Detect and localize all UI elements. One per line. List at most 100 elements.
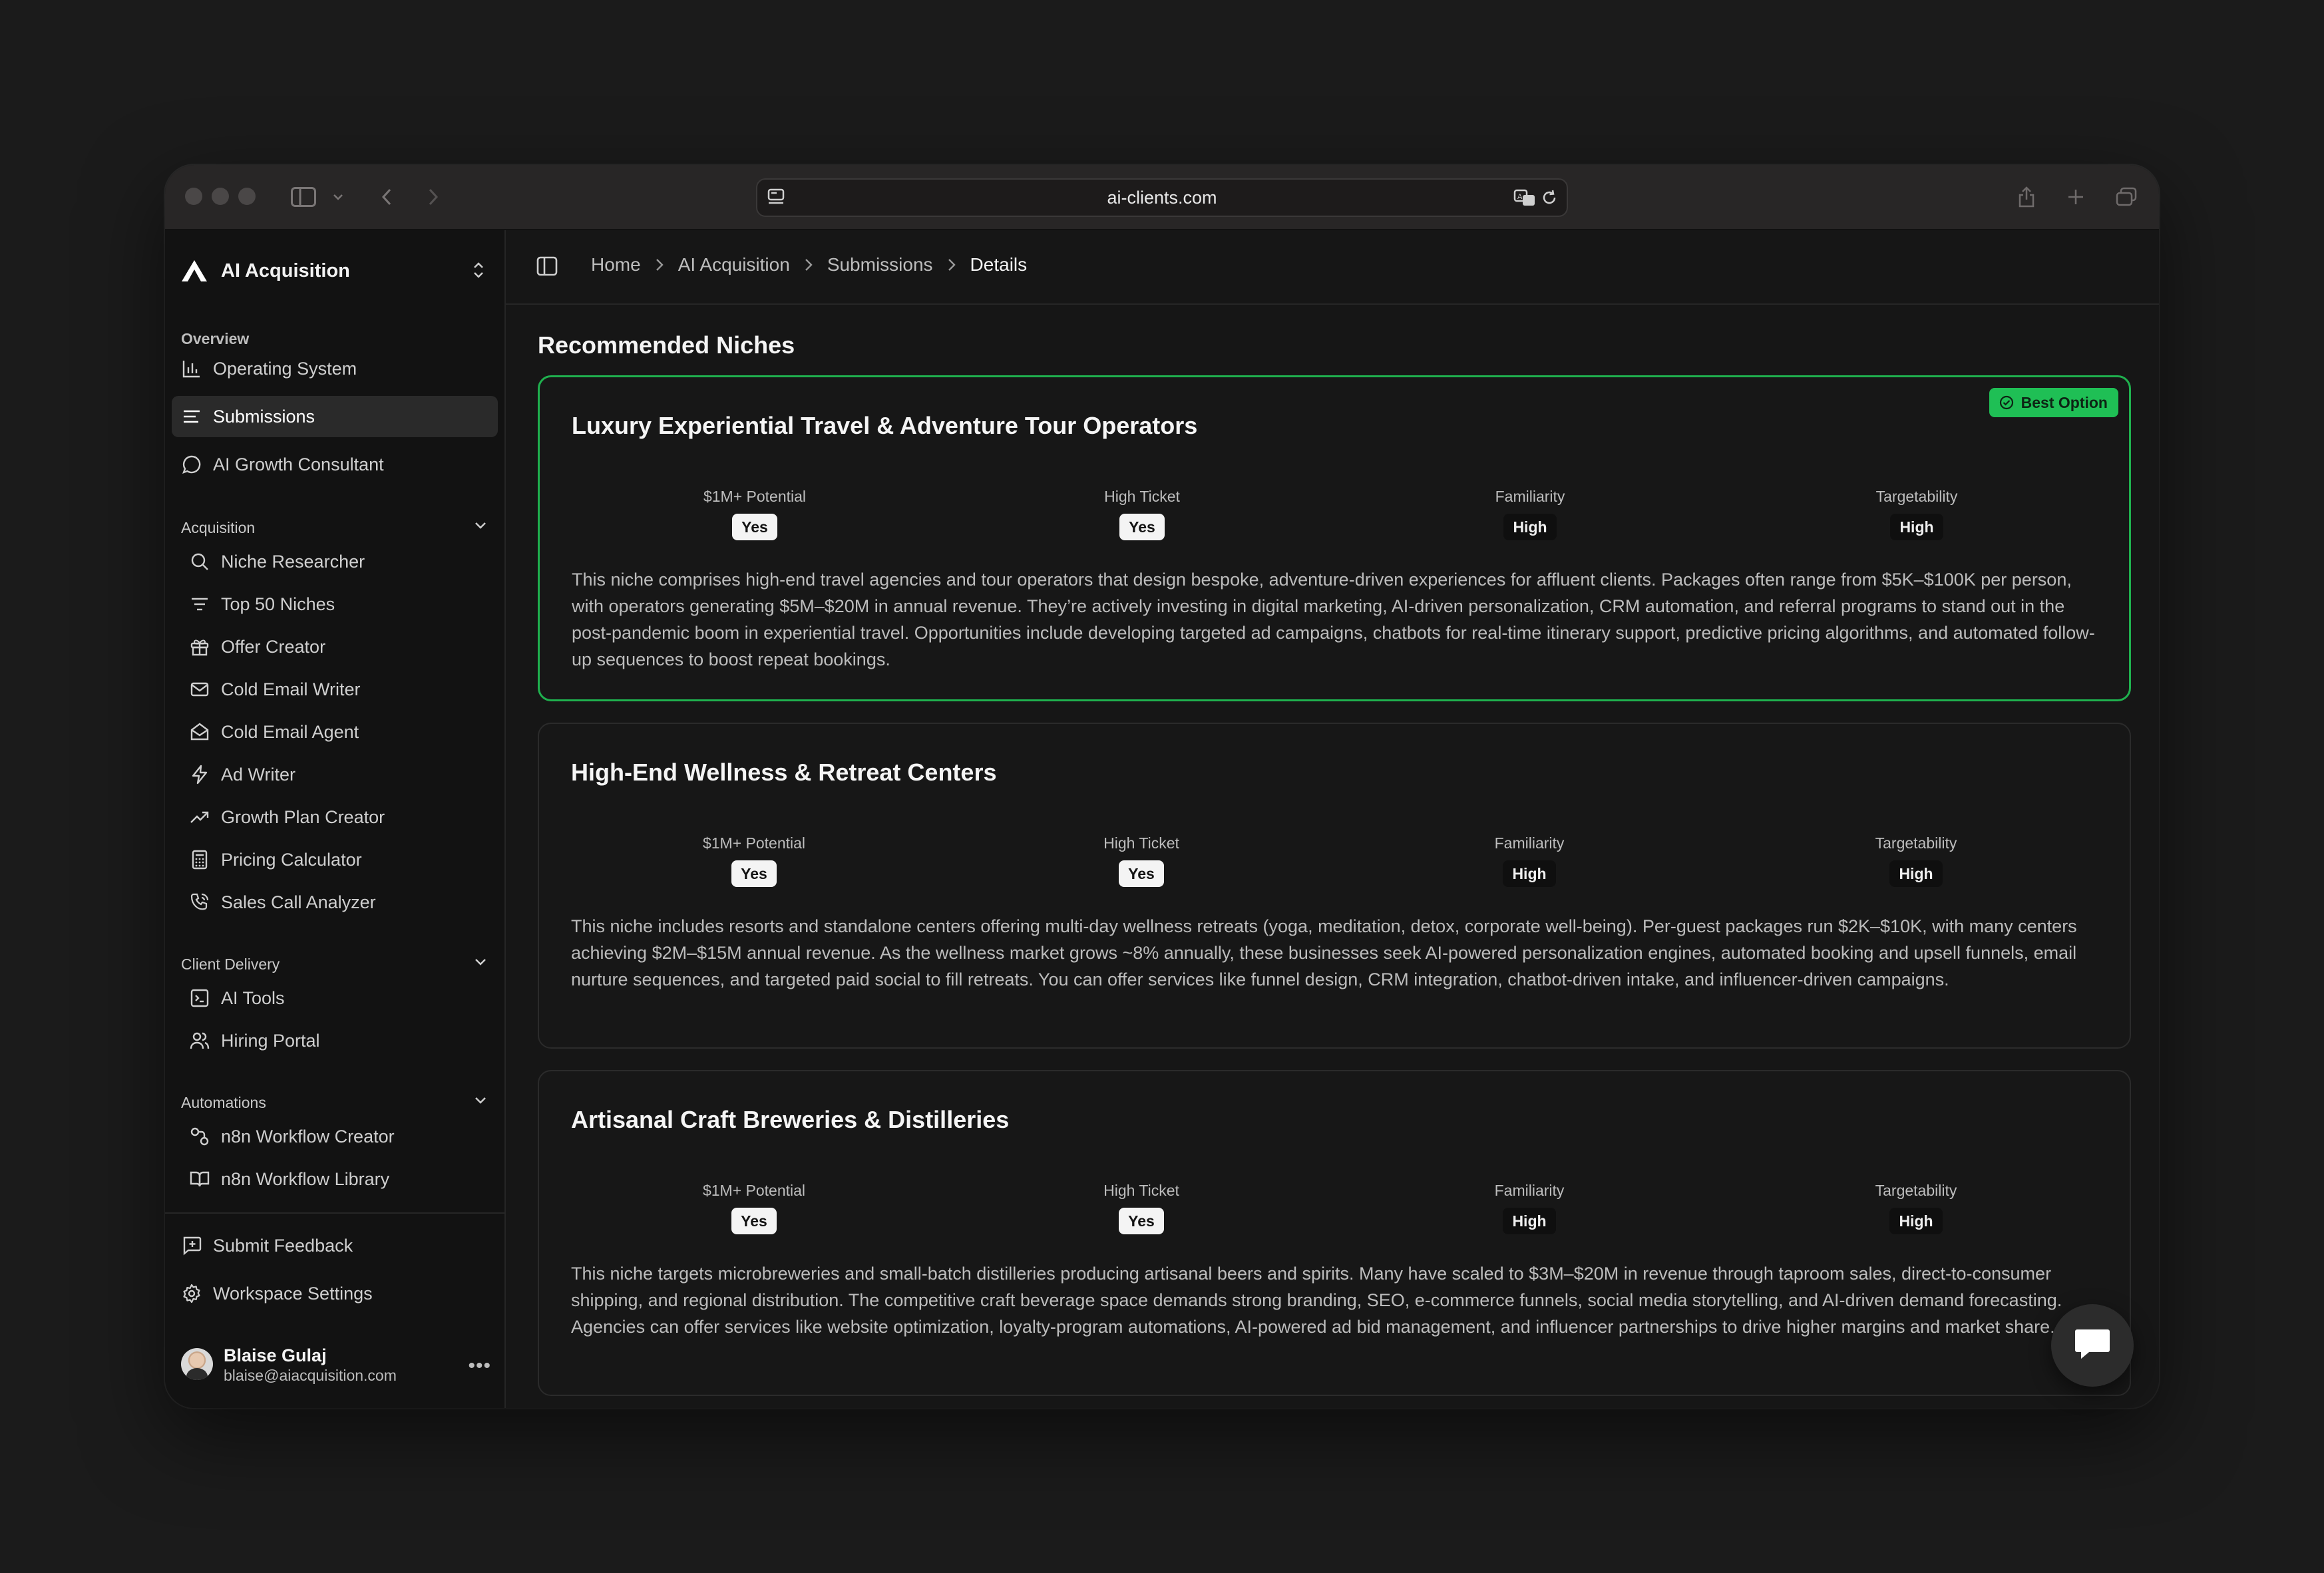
metric-million-potential: $1M+ Potential Yes — [654, 1182, 854, 1234]
sidebar-item-label: Growth Plan Creator — [221, 806, 385, 827]
breadcrumb-submissions[interactable]: Submissions — [827, 254, 933, 275]
metric-familiarity: Familiarity High — [1430, 1182, 1629, 1234]
metric-label: High Ticket — [1103, 1182, 1179, 1199]
sidebar-item-ad-writer[interactable]: Ad Writer — [172, 753, 498, 796]
chevron-right-icon — [805, 258, 813, 271]
sidebar-item-submissions[interactable]: Submissions — [172, 396, 498, 437]
workspace-name: AI Acquisition — [221, 260, 350, 281]
sidebar-item-pricing-calculator[interactable]: Pricing Calculator — [172, 838, 498, 881]
sidebar-item-label: Hiring Portal — [221, 1030, 320, 1051]
close-window-button[interactable] — [185, 188, 202, 205]
metric-value-badge: Yes — [1119, 860, 1164, 887]
sidebar-item-top-50-niches[interactable]: Top 50 Niches — [172, 583, 498, 625]
url-text: ai-clients.com — [1107, 187, 1217, 208]
sidebar-item-hiring-portal[interactable]: Hiring Portal — [172, 1019, 498, 1062]
metric-value-badge: Yes — [1119, 1208, 1164, 1234]
chat-button[interactable] — [2051, 1304, 2134, 1387]
more-horizontal-icon[interactable]: ••• — [468, 1355, 491, 1377]
sidebar-item-n8n-workflow-library[interactable]: n8n Workflow Library — [172, 1158, 498, 1200]
avatar — [181, 1348, 213, 1380]
sidebar-item-offer-creator[interactable]: Offer Creator — [172, 625, 498, 668]
sidebar-item-sales-call-analyzer[interactable]: Sales Call Analyzer — [172, 881, 498, 924]
reload-icon[interactable] — [1540, 188, 1559, 210]
sidebar-item-ai-growth-consultant[interactable]: AI Growth Consultant — [172, 444, 498, 485]
sidebar-item-ai-tools[interactable]: AI Tools — [172, 977, 498, 1019]
workspace-switcher[interactable]: AI Acquisition — [180, 253, 491, 289]
metric-value-badge: High — [1503, 1208, 1556, 1234]
overview-group-label: Overview — [181, 330, 250, 347]
trending-up-icon — [188, 805, 212, 829]
chevron-down-icon[interactable] — [474, 521, 487, 534]
breadcrumb: Home AI Acquisition Submissions Details — [591, 254, 1027, 275]
sidebar-item-label: AI Growth Consultant — [213, 454, 384, 474]
sidebar-item-label: Workspace Settings — [213, 1283, 373, 1304]
zoom-window-button[interactable] — [238, 188, 256, 205]
back-arrow-icon[interactable] — [377, 182, 397, 212]
metric-label: High Ticket — [1104, 488, 1180, 505]
tab-overview-icon[interactable] — [2114, 182, 2139, 212]
sidebar-item-growth-plan-creator[interactable]: Growth Plan Creator — [172, 796, 498, 838]
metric-million-potential: $1M+ Potential Yes — [655, 488, 855, 540]
niche-metrics: $1M+ Potential Yes High Ticket Yes Famil… — [571, 1182, 2102, 1235]
best-option-badge: Best Option — [1989, 388, 2118, 417]
metric-familiarity: Familiarity High — [1430, 834, 1629, 887]
gift-icon — [188, 635, 212, 659]
share-icon[interactable] — [2015, 182, 2038, 212]
sidebar-item-label: n8n Workflow Creator — [221, 1126, 395, 1146]
niche-title: High-End Wellness & Retreat Centers — [571, 759, 997, 786]
user-name: Blaise Gulaj — [224, 1345, 327, 1365]
niche-card[interactable]: Best Option Luxury Experiential Travel &… — [538, 375, 2131, 701]
metric-value-badge: Yes — [731, 860, 777, 887]
metric-value-badge: High — [1503, 860, 1556, 887]
metric-label: $1M+ Potential — [702, 834, 806, 852]
metric-label: $1M+ Potential — [702, 1182, 806, 1199]
browser-window: ai-clients.com A AI Acquisition Overview… — [165, 165, 2159, 1408]
sidebar-item-label: Pricing Calculator — [221, 849, 362, 870]
site-settings-icon[interactable] — [767, 188, 785, 210]
metric-targetability: Targetability High — [1817, 488, 2017, 540]
sidebar-item-n8n-workflow-creator[interactable]: n8n Workflow Creator — [172, 1115, 498, 1158]
user-menu[interactable]: Blaise Gulaj blaise@aiacquisition.com ••… — [181, 1343, 494, 1389]
sidebar-toggle-icon[interactable] — [289, 182, 318, 212]
sidebar-item-label: Ad Writer — [221, 764, 296, 785]
sidebar-item-cold-email-agent[interactable]: Cold Email Agent — [172, 711, 498, 753]
minimize-window-button[interactable] — [212, 188, 229, 205]
sidebar-item-operating-system[interactable]: Operating System — [172, 348, 498, 389]
forward-arrow-icon[interactable] — [423, 182, 443, 212]
zap-icon — [188, 763, 212, 786]
metric-label: $1M+ Potential — [703, 488, 807, 505]
address-bar[interactable]: ai-clients.com A — [756, 178, 1568, 217]
sidebar-item-label: AI Tools — [221, 987, 285, 1008]
sidebar-item-label: Sales Call Analyzer — [221, 892, 376, 912]
sidebar-item-niche-researcher[interactable]: Niche Researcher — [172, 540, 498, 583]
breadcrumb-home[interactable]: Home — [591, 254, 641, 275]
niche-description: This niche includes resorts and standalo… — [571, 916, 2077, 989]
niche-card[interactable]: High-End Wellness & Retreat Centers $1M+… — [538, 723, 2131, 1049]
sidebar-item-workspace-settings[interactable]: Workspace Settings — [172, 1272, 498, 1315]
chevron-down-icon[interactable] — [330, 182, 346, 212]
sidebar-item-label: Submissions — [213, 406, 315, 427]
chevron-down-icon[interactable] — [474, 958, 487, 970]
panel-toggle-icon[interactable] — [536, 256, 558, 280]
sidebar-item-label: n8n Workflow Library — [221, 1168, 390, 1189]
phone-call-icon — [188, 890, 212, 914]
filter-icon — [188, 592, 212, 616]
metric-label: Targetability — [1875, 834, 1957, 852]
breadcrumb-ai-acquisition[interactable]: AI Acquisition — [678, 254, 790, 275]
sidebar-item-cold-email-writer[interactable]: Cold Email Writer — [172, 668, 498, 711]
metric-label: Targetability — [1875, 1182, 1957, 1199]
niche-title: Luxury Experiential Travel & Adventure T… — [572, 412, 1198, 439]
niche-description: This niche comprises high-end travel age… — [572, 570, 2095, 669]
metric-label: Familiarity — [1494, 834, 1565, 852]
message-circle-icon — [180, 452, 204, 476]
metric-label: Targetability — [1875, 488, 1958, 505]
metric-million-potential: $1M+ Potential Yes — [654, 834, 854, 887]
metric-value-badge: High — [1890, 514, 1943, 540]
chevron-down-icon[interactable] — [474, 1096, 487, 1109]
sidebar-item-submit-feedback[interactable]: Submit Feedback — [172, 1224, 498, 1267]
translate-icon[interactable]: A — [1513, 188, 1536, 210]
new-tab-icon[interactable] — [2064, 182, 2087, 212]
chevrons-up-down-icon[interactable] — [473, 261, 484, 283]
page-title: Recommended Niches — [538, 331, 795, 359]
niche-card[interactable]: Artisanal Craft Breweries & Distilleries… — [538, 1070, 2131, 1396]
